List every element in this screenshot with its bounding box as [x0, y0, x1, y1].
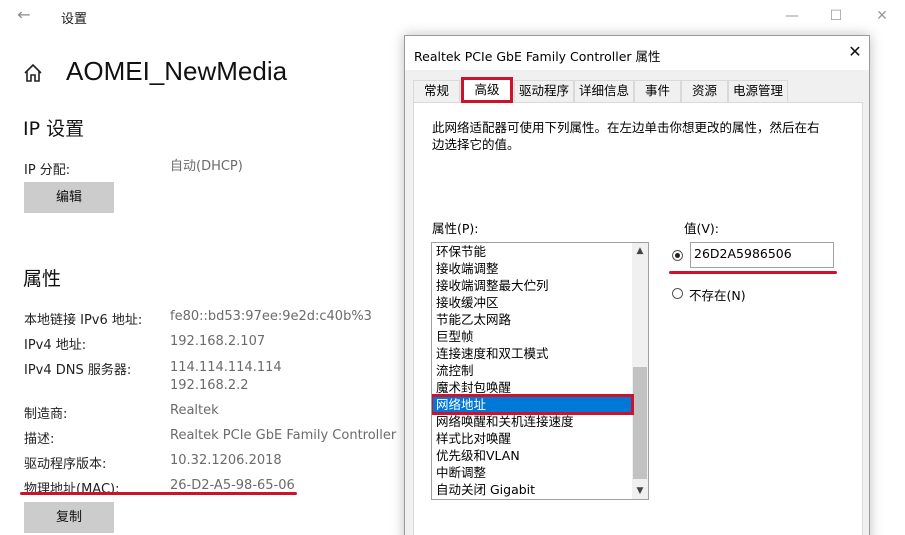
dialog-title: Realtek PCIe GbE Family Controller 属性 — [414, 49, 661, 64]
list-item[interactable]: 自动关闭 Gigabit — [432, 481, 632, 498]
property-listbox[interactable]: 环保节能 接收端调整 接收端调整最大伫列 接收缓冲区 节能乙太网路 巨型帧 连接… — [431, 242, 649, 500]
copy-button[interactable]: 复制 — [24, 502, 114, 533]
manufacturer-value: Realtek — [170, 403, 219, 418]
description-value: Realtek PCIe GbE Family Controller — [170, 428, 397, 443]
value-radio[interactable] — [672, 250, 683, 261]
dialog-close-icon[interactable]: ✕ — [845, 42, 865, 62]
value-input[interactable]: 26D2A5986506 — [690, 242, 834, 268]
dns-value-primary: 114.114.114.114 — [170, 360, 282, 375]
list-item[interactable]: 样式比对唤醒 — [432, 430, 632, 447]
description-label: 描述: — [24, 432, 55, 447]
tab-resources[interactable]: 资源 — [681, 80, 728, 102]
dns-label: IPv4 DNS 服务器: — [24, 363, 132, 378]
value-label: 值(V): — [684, 221, 720, 236]
ipv6-label: 本地链接 IPv6 地址: — [24, 313, 143, 328]
ip-assignment-value: 自动(DHCP) — [170, 159, 243, 174]
not-present-label: 不存在(N) — [689, 288, 746, 303]
list-item[interactable]: 优先级和VLAN — [432, 447, 632, 464]
radio-selected-dot — [675, 253, 680, 258]
close-icon[interactable]: ✕ — [870, 4, 894, 28]
home-icon[interactable] — [22, 62, 44, 84]
window-title: 设置 — [61, 12, 88, 27]
edit-button[interactable]: 编辑 — [24, 182, 114, 213]
value-highlight-underline — [669, 271, 837, 274]
ipv4-label: IPv4 地址: — [24, 338, 87, 353]
list-item[interactable]: 接收端调整 — [432, 260, 632, 277]
tab-power-management[interactable]: 电源管理 — [728, 80, 788, 102]
scroll-thumb[interactable] — [633, 367, 647, 479]
tab-strip: 常规 高级 驱动程序 详细信息 事件 资源 电源管理 — [413, 77, 863, 103]
adapter-properties-dialog: Realtek PCIe GbE Family Controller 属性 ✕ … — [404, 35, 870, 535]
properties-heading: 属性 — [23, 268, 62, 290]
tab-advanced[interactable]: 高级 — [461, 77, 513, 103]
ip-settings-heading: IP 设置 — [23, 118, 85, 140]
maximize-icon[interactable]: ☐ — [824, 4, 848, 28]
driver-version-label: 驱动程序版本: — [24, 457, 107, 472]
list-item[interactable]: 节能乙太网路 — [432, 311, 632, 328]
list-item[interactable]: 接收缓冲区 — [432, 294, 632, 311]
ip-assignment-label: IP 分配: — [24, 163, 71, 178]
list-item[interactable]: 接收端调整最大伫列 — [432, 277, 632, 294]
list-item[interactable]: 流控制 — [432, 362, 632, 379]
tab-general[interactable]: 常规 — [413, 80, 460, 102]
scroll-up-icon[interactable]: ▲ — [632, 243, 648, 259]
tab-driver[interactable]: 驱动程序 — [514, 80, 574, 102]
list-item[interactable]: 环保节能 — [432, 243, 632, 260]
dns-value-secondary: 192.168.2.2 — [170, 378, 249, 393]
mac-highlight-underline — [20, 492, 297, 495]
settings-titlebar: ← 设置 — ☐ ✕ — [0, 0, 905, 32]
property-list-label: 属性(P): — [432, 221, 479, 236]
minimize-icon[interactable]: — — [780, 4, 804, 28]
list-item[interactable]: 网络唤醒和关机连接速度 — [432, 413, 632, 430]
manufacturer-label: 制造商: — [24, 407, 68, 422]
scroll-down-icon[interactable]: ▼ — [632, 483, 648, 499]
ipv6-value: fe80::bd53:97ee:9e2d:c40b%3 — [170, 309, 372, 324]
dialog-titlebar: Realtek PCIe GbE Family Controller 属性 ✕ — [405, 36, 869, 70]
not-present-radio[interactable] — [672, 288, 683, 299]
property-list: 环保节能 接收端调整 接收端调整最大伫列 接收缓冲区 节能乙太网路 巨型帧 连接… — [432, 243, 634, 498]
list-item[interactable]: 巨型帧 — [432, 328, 632, 345]
back-arrow-icon[interactable]: ← — [14, 5, 34, 25]
list-item[interactable]: 魔术封包唤醒 — [432, 379, 632, 396]
page-title: AOMEI_NewMedia — [66, 56, 288, 86]
tab-details[interactable]: 详细信息 — [574, 80, 634, 102]
property-list-scrollbar[interactable]: ▲ ▼ — [632, 243, 648, 499]
advanced-tab-panel: 此网络适配器可使用下列属性。在左边单击你想更改的属性，然后在右边选择它的值。 属… — [413, 102, 863, 535]
ipv4-value: 192.168.2.107 — [170, 334, 266, 349]
advanced-description: 此网络适配器可使用下列属性。在左边单击你想更改的属性，然后在右边选择它的值。 — [432, 120, 820, 152]
tab-events[interactable]: 事件 — [634, 80, 681, 102]
list-item[interactable]: 连接速度和双工模式 — [432, 345, 632, 362]
list-item[interactable]: 中断调整 — [432, 464, 632, 481]
list-item-selected[interactable]: 网络地址 — [432, 394, 634, 415]
driver-version-value: 10.32.1206.2018 — [170, 453, 282, 468]
